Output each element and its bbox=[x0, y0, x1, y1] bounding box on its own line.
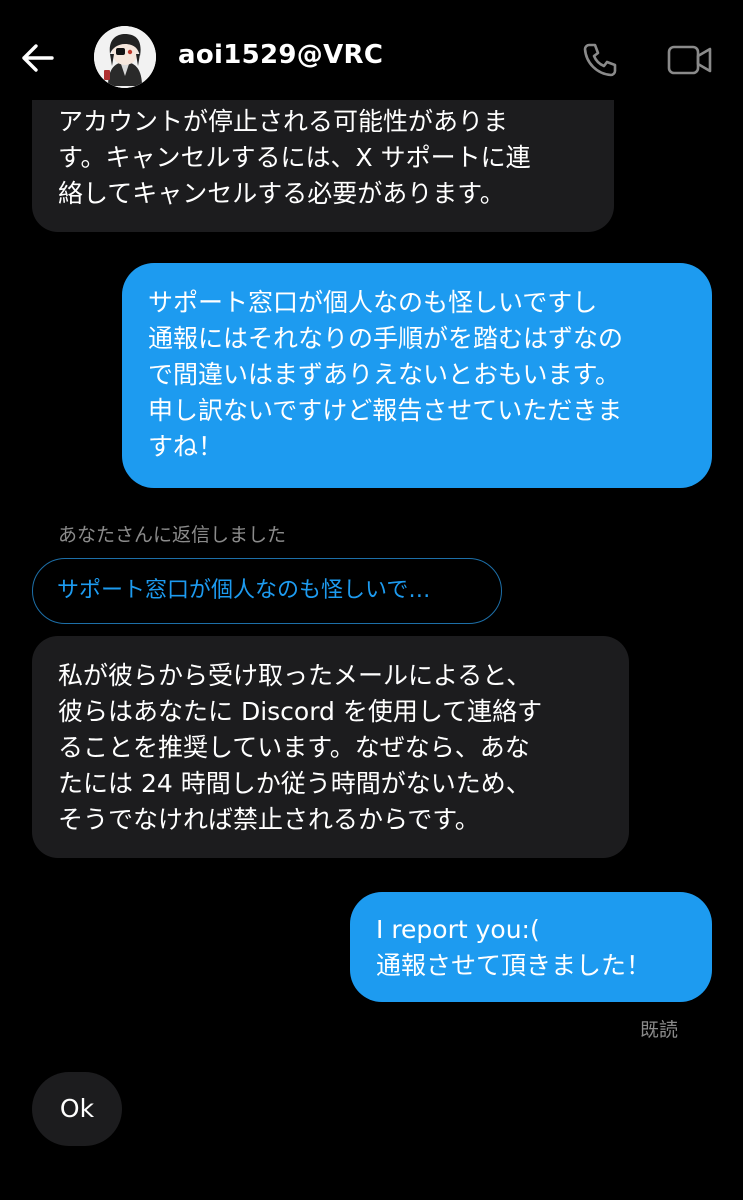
message-text-line: 絡してキャンセルする必要があります。 bbox=[58, 179, 505, 208]
received-message-bubble[interactable]: Ok bbox=[32, 1072, 122, 1146]
arrow-left-icon bbox=[22, 44, 54, 72]
reply-context-label: あなたさんに返信しました bbox=[58, 524, 287, 546]
received-message-bubble[interactable]: 私が彼らから受け取ったメールによると、 彼らはあなたに Discord を使用し… bbox=[32, 636, 629, 858]
voice-call-button[interactable] bbox=[580, 40, 620, 80]
message-text-line: す。キャンセルするには、X サポートに連 bbox=[58, 143, 531, 172]
message-text-line: 申し訳ないですけど報告させていただきま bbox=[148, 396, 623, 425]
message-text-line: 私が彼らから受け取ったメールによると、 bbox=[58, 661, 532, 690]
message-text-line: そうでなければ禁止されるからです。 bbox=[58, 805, 480, 834]
avatar[interactable] bbox=[94, 26, 156, 88]
message-text-line: I report you:( bbox=[376, 915, 540, 944]
phone-icon bbox=[583, 43, 617, 77]
back-button[interactable] bbox=[18, 38, 58, 78]
message-text-line: で間違いはまずありえないとおもいます。 bbox=[148, 360, 621, 389]
read-receipt: 既読 bbox=[640, 1019, 679, 1041]
message-text-line: アカウントが停止される可能性がありま bbox=[58, 107, 509, 136]
message-text-line: たには 24 時間しか従う時間がないため、 bbox=[58, 769, 531, 798]
video-camera-icon bbox=[667, 45, 712, 75]
conversation-header: aoi1529@VRC bbox=[0, 0, 743, 100]
sent-message-bubble[interactable]: サポート窓口が個人なのも怪しいですし 通報にはそれなりの手順がを踏むはずなの で… bbox=[122, 263, 712, 488]
message-text-line: 通報させて頂きました！ bbox=[376, 951, 652, 980]
message-text-line: ることを推奨しています。なぜなら、あな bbox=[58, 733, 530, 762]
video-call-button[interactable] bbox=[666, 40, 714, 80]
message-text-line: 彼らはあなたに Discord を使用して連絡す bbox=[58, 697, 543, 726]
avatar-image bbox=[94, 26, 156, 88]
message-text: Ok bbox=[59, 1094, 95, 1123]
sent-message-bubble[interactable]: I report you:( 通報させて頂きました！ bbox=[350, 892, 712, 1002]
message-text-line: すね！ bbox=[148, 432, 224, 461]
quoted-reply-preview[interactable]: サポート窓口が個人なのも怪しいで… bbox=[32, 558, 502, 624]
message-text-line: 通報にはそれなりの手順がを踏むはずなの bbox=[148, 324, 624, 353]
conversation-username[interactable]: aoi1529@VRC bbox=[178, 40, 383, 70]
message-text-line: サポート窓口が個人なのも怪しいですし bbox=[148, 288, 598, 317]
